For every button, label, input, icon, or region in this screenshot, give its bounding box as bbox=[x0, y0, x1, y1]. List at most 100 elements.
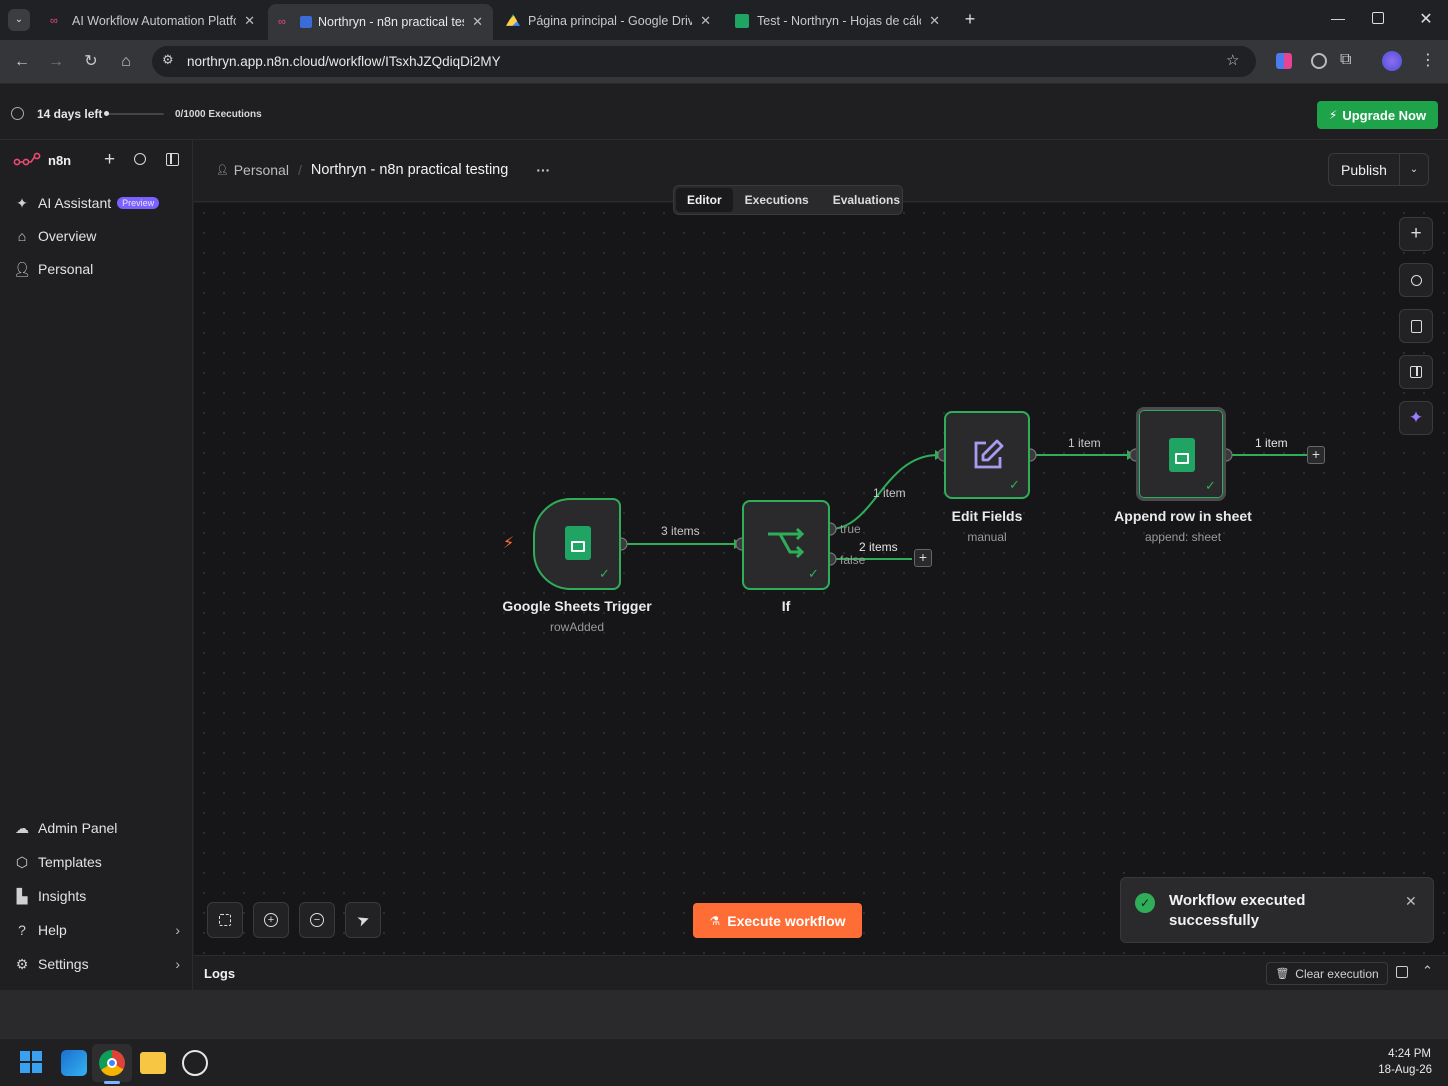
box-icon: ⬡ bbox=[15, 853, 29, 870]
zoom-in-button[interactable]: + bbox=[253, 902, 289, 938]
sidebar-item-overview[interactable]: ⌂ Overview bbox=[14, 225, 97, 247]
close-icon[interactable]: ✕ bbox=[1405, 893, 1417, 910]
publish-button[interactable]: Publish bbox=[1329, 162, 1399, 178]
add-node-false-button[interactable]: + bbox=[914, 549, 932, 567]
edge-label-if-true: 1 item bbox=[873, 486, 906, 500]
sidebar-item-settings[interactable]: ⚙ Settings › bbox=[14, 953, 180, 975]
sidebar-item-templates[interactable]: ⬡ Templates bbox=[14, 851, 102, 873]
windows-start-icon[interactable] bbox=[20, 1051, 42, 1073]
new-tab-button[interactable]: + bbox=[960, 9, 980, 29]
reload-icon[interactable]: ↻ bbox=[79, 50, 103, 74]
node-label: Append row in sheet bbox=[1114, 508, 1252, 524]
toggle-panel-button[interactable] bbox=[1399, 355, 1433, 389]
publish-button-group: Publish ⌄ bbox=[1328, 153, 1429, 186]
extension-grid-icon[interactable] bbox=[1276, 53, 1292, 69]
breadcrumb-project[interactable]: Personal bbox=[234, 162, 289, 178]
collapse-sidebar-icon[interactable] bbox=[166, 153, 179, 166]
sidebar-item-personal[interactable]: 👤︎ Personal bbox=[13, 258, 93, 280]
upgrade-now-button[interactable]: ⚡ Upgrade Now bbox=[1317, 101, 1438, 129]
browser-tab-n8n-home[interactable]: ∞ AI Workflow Automation Platfo ✕ bbox=[40, 6, 265, 36]
close-icon[interactable]: ✕ bbox=[700, 13, 711, 29]
browser-tab-google-drive[interactable]: Página principal - Google Drive ✕ bbox=[496, 6, 721, 36]
upgrade-label: Upgrade Now bbox=[1342, 107, 1427, 123]
chatgpt-icon[interactable] bbox=[182, 1050, 208, 1076]
logs-panel-bar[interactable]: Logs 🗑︎ Clear execution ⌃ bbox=[194, 955, 1448, 990]
n8n-logo[interactable]: n8n bbox=[13, 152, 71, 168]
node-if[interactable]: ✓ bbox=[742, 500, 830, 590]
close-icon[interactable]: ✕ bbox=[472, 14, 483, 30]
ai-assistant-button[interactable]: ✦ bbox=[1399, 401, 1433, 435]
node-append-row[interactable]: ✓ bbox=[1136, 407, 1226, 501]
outlook-icon[interactable] bbox=[61, 1050, 87, 1076]
home-icon[interactable]: ⌂ bbox=[114, 50, 138, 74]
executions-count: 0/1000 Executions bbox=[175, 109, 262, 120]
search-nodes-button[interactable] bbox=[1399, 263, 1433, 297]
bookmark-star-icon[interactable]: ☆ bbox=[1226, 51, 1239, 69]
create-plus-icon[interactable]: + bbox=[104, 149, 115, 171]
sticky-note-button[interactable] bbox=[1399, 309, 1433, 343]
profile-avatar[interactable] bbox=[1382, 51, 1402, 71]
sidebar-item-label: Admin Panel bbox=[38, 820, 118, 836]
window-minimize-button[interactable]: — bbox=[1328, 10, 1348, 30]
lightning-icon: ⚡ bbox=[1328, 108, 1338, 122]
zoom-out-button[interactable]: − bbox=[299, 902, 335, 938]
view-tabs: Editor Executions Evaluations bbox=[673, 185, 903, 215]
extension-circle-icon[interactable] bbox=[1311, 53, 1327, 69]
file-explorer-icon[interactable] bbox=[140, 1052, 166, 1074]
tab-executions[interactable]: Executions bbox=[733, 188, 821, 212]
add-node-end-button[interactable]: + bbox=[1307, 446, 1325, 464]
clear-execution-button[interactable]: 🗑︎ Clear execution bbox=[1266, 962, 1388, 985]
fit-view-button[interactable] bbox=[207, 902, 243, 938]
workflow-canvas[interactable]: + + ⚡ ✓ Google Sheets Trigger rowAdded ✓… bbox=[194, 203, 1448, 955]
success-check-circle-icon: ✓ bbox=[1135, 893, 1155, 913]
execute-workflow-button[interactable]: ⚗ Execute workflow bbox=[693, 903, 862, 938]
chevron-down-icon[interactable]: ⌄ bbox=[1400, 164, 1428, 175]
sidebar-item-insights[interactable]: ▙ Insights bbox=[14, 885, 87, 907]
tidy-up-button[interactable]: ➤ bbox=[345, 902, 381, 938]
sidebar-item-help[interactable]: ? Help › bbox=[14, 919, 180, 941]
sidebar-item-admin-panel[interactable]: ☁︎ Admin Panel bbox=[14, 817, 117, 839]
window-close-button[interactable]: ✕ bbox=[1416, 9, 1436, 29]
trial-banner: 14 days left 0/1000 Executions ⚡ Upgrade… bbox=[0, 86, 1448, 140]
edit-pencil-icon bbox=[974, 439, 1004, 469]
windows-taskbar: 4:24 PM 18-Aug-26 bbox=[0, 1038, 1448, 1086]
breadcrumb: 👤︎ Personal / Northryn - n8n practical t… bbox=[216, 162, 550, 178]
trial-progress-dot bbox=[104, 111, 109, 116]
extensions-puzzle-icon[interactable]: ⧉ bbox=[1340, 51, 1351, 69]
browser-tab-workflow[interactable]: ∞ Northryn - n8n practical tes ✕ bbox=[268, 4, 493, 40]
node-google-sheets-trigger[interactable]: ✓ bbox=[533, 498, 621, 590]
chevron-up-icon[interactable]: ⌃ bbox=[1422, 963, 1433, 979]
more-options-icon[interactable]: ··· bbox=[536, 162, 550, 178]
calendar-icon bbox=[300, 16, 312, 28]
chrome-icon[interactable] bbox=[99, 1050, 125, 1076]
workflow-name[interactable]: Northryn - n8n practical testing bbox=[311, 162, 508, 178]
breadcrumb-separator: / bbox=[297, 162, 302, 178]
branch-label-true: true bbox=[840, 522, 861, 536]
search-icon[interactable] bbox=[134, 153, 146, 165]
site-settings-icon[interactable]: ⚙ bbox=[162, 52, 174, 68]
branch-label-false: false bbox=[840, 553, 866, 567]
address-bar[interactable]: ⚙ northryn.app.n8n.cloud/workflow/ITsxhJ… bbox=[152, 46, 1256, 77]
tab-evaluations[interactable]: Evaluations bbox=[821, 188, 912, 212]
popout-icon[interactable] bbox=[1396, 966, 1408, 978]
browser-tab-sheets[interactable]: Test - Northryn - Hojas de cálcu ✕ bbox=[725, 6, 950, 36]
browser-menu-icon[interactable]: ⋮ bbox=[1420, 50, 1436, 70]
window-restore-button[interactable] bbox=[1372, 12, 1384, 24]
cloud-icon: ☁︎ bbox=[15, 819, 29, 836]
edge-label-append-out: 1 item bbox=[1255, 436, 1288, 450]
execute-label: Execute workflow bbox=[727, 912, 846, 929]
branch-icon bbox=[768, 528, 805, 559]
close-icon[interactable]: ✕ bbox=[244, 13, 255, 29]
add-node-button[interactable]: + bbox=[1399, 217, 1433, 251]
tab-search-button[interactable]: ⌄ bbox=[8, 9, 30, 31]
url-text[interactable]: northryn.app.n8n.cloud/workflow/ITsxhJZQ… bbox=[187, 54, 501, 69]
tab-label: Test - Northryn - Hojas de cálcu bbox=[757, 14, 922, 28]
close-icon[interactable]: ✕ bbox=[929, 13, 940, 29]
forward-icon[interactable]: → bbox=[44, 50, 68, 74]
node-edit-fields[interactable]: ✓ bbox=[944, 411, 1030, 499]
zoom-in-icon: + bbox=[264, 913, 278, 927]
back-icon[interactable]: ← bbox=[10, 50, 34, 74]
brand-name: n8n bbox=[48, 152, 72, 168]
tab-editor[interactable]: Editor bbox=[676, 188, 733, 212]
sidebar-item-ai-assistant[interactable]: ✦ AI Assistant Preview bbox=[14, 192, 160, 214]
